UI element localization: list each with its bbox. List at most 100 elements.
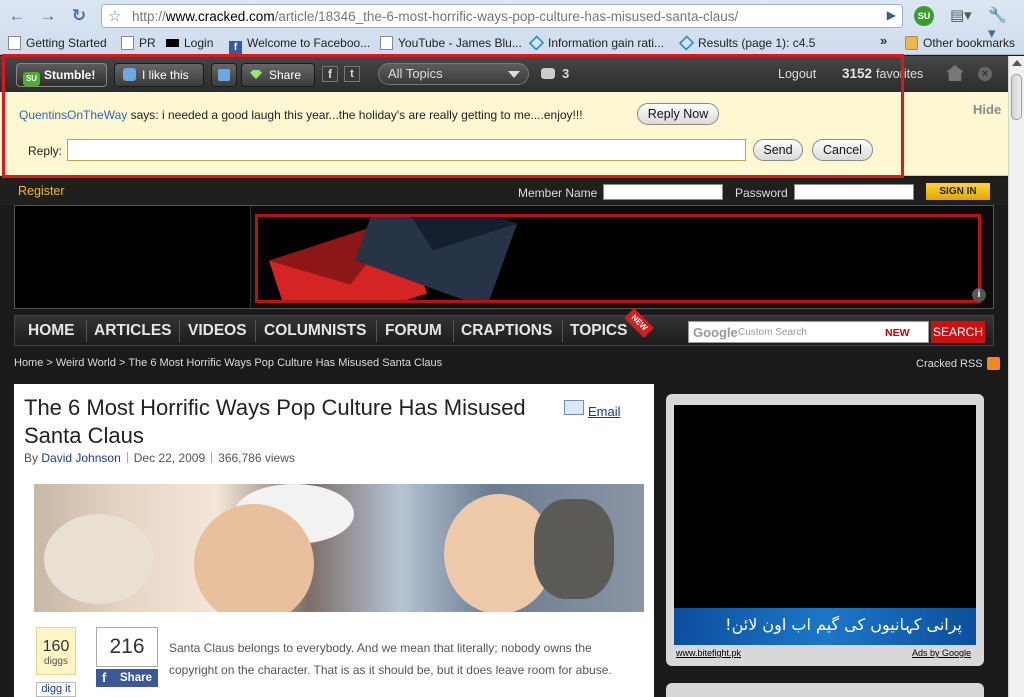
nav-divider [255,320,256,342]
search-new-badge: NEW [885,327,910,339]
page-icon [380,36,393,50]
stumble-button[interactable]: SU Stumble! [16,63,107,87]
sidebar-next-panel [666,683,984,697]
video-ad[interactable]: پرانی کہانیوں کی گیم اب اون لائن! [674,405,976,645]
share-diamond-icon [250,70,262,79]
bookmark-pr[interactable]: PR [121,36,156,50]
twitter-share-icon[interactable]: t [344,66,360,82]
ad-url-link[interactable]: www.bitefight.pk [676,648,741,658]
back-icon[interactable]: ← [6,5,28,27]
info-icon[interactable]: i [972,288,986,302]
bookmarks-bar: Getting Started PR Login f Welcome to Fac… [0,33,1024,55]
forward-icon[interactable]: → [37,5,59,27]
article-views: 366,786 views [218,451,295,465]
nav-home[interactable]: HOME [28,322,75,340]
reply-now-button[interactable]: Reply Now [637,103,719,125]
register-link[interactable]: Register [18,184,65,198]
rss-link[interactable]: Cracked RSS [916,357,1000,370]
dislike-button[interactable] [211,63,237,87]
bookmark-youtube[interactable]: YouTube - James Blu... [380,36,522,50]
stumbleupon-extension-icon[interactable]: SU [914,6,934,26]
share-button[interactable]: Share [241,63,315,87]
ads-by-google-link[interactable]: Ads by Google [912,648,971,658]
address-bar[interactable]: ☆ http://www.cracked.com/article/18346_t… [101,4,903,28]
diamond-icon [528,35,545,51]
thumbs-up-icon [123,68,136,81]
sign-in-button[interactable]: SIGN IN [926,183,990,200]
nav-videos[interactable]: VIDEOS [188,322,247,340]
go-icon[interactable]: ▶ [887,8,896,22]
other-bookmarks[interactable]: Other bookmarks [905,36,1015,50]
address-url[interactable]: http://www.cracked.com/article/18346_the… [132,9,872,24]
facebook-icon: f [229,41,242,55]
search-button[interactable]: SEARCH [931,321,985,343]
nav-divider [453,320,454,342]
logout-link[interactable]: Logout [778,67,816,81]
creature-graphic [534,499,614,599]
bookmark-getting-started[interactable]: Getting Started [8,36,107,50]
thumbs-down-icon [218,69,230,81]
site-search-input[interactable]: Google Custom Search NEW [688,321,929,343]
santa-mug-graphic [44,514,154,604]
send-button[interactable]: Send [753,139,803,161]
nav-articles[interactable]: ARTICLES [94,322,172,340]
facebook-share-icon[interactable]: f [322,66,338,82]
article-content: The 6 Most Horrific Ways Pop Culture Has… [14,384,654,697]
breadcrumb[interactable]: Home > Weird World > The 6 Most Horrific… [14,357,442,369]
article-byline: By David Johnson Dec 22, 2009 366,786 view… [24,451,295,465]
digg-counter: 160 diggs [36,627,76,675]
favorites-link[interactable]: 3152 favorites [842,66,923,81]
facebook-icon: f [102,670,107,685]
banner-ad-image[interactable] [255,214,981,303]
close-icon[interactable]: × [978,67,992,81]
page-menu-icon[interactable]: ▤▾ [950,6,974,26]
reply-input[interactable] [67,139,746,161]
like-button[interactable]: I like this [114,63,204,87]
topics-dropdown[interactable]: All Topics [378,63,529,85]
comment-bubble-icon [541,68,555,79]
page-icon [121,36,134,50]
member-name-input[interactable] [603,184,723,200]
bookmark-results[interactable]: Results (page 1): c4.5 [678,35,815,51]
author-link[interactable]: David Johnson [41,451,120,465]
share-count: 216 [96,627,158,667]
face-graphic-left [194,504,314,612]
bookmarks-overflow-chevron[interactable]: » [880,33,887,48]
google-logo: Google [693,325,738,340]
scroll-thumb[interactable] [1011,74,1022,120]
scroll-up-arrow-icon[interactable] [1012,60,1022,66]
ad-banner-text[interactable]: پرانی کہانیوں کی گیم اب اون لائن! [674,608,976,645]
nav-columnists[interactable]: COLUMNISTS [264,322,366,340]
page-scrollbar[interactable] [1008,56,1024,697]
search-placeholder: Custom Search [738,327,807,338]
cancel-button[interactable]: Cancel [812,139,873,161]
article-body: Santa Claus belongs to everybody. And we… [169,641,612,677]
browser-toolbar: ← → ↻ ☆ http://www.cracked.com/article/1… [0,0,1024,42]
facebook-share-button[interactable]: f Share [96,669,158,687]
hide-link[interactable]: Hide [973,102,1001,117]
nav-divider [562,320,563,342]
wrench-menu-icon[interactable]: 🔧▾ [988,6,1014,42]
password-input[interactable] [794,184,914,200]
home-icon[interactable] [946,65,964,81]
chevron-down-icon [508,71,520,78]
digg-it-button[interactable]: digg it [36,682,76,697]
page-icon [8,36,21,50]
comment-text: QuentinsOnTheWay says: i needed a good l… [19,108,583,122]
bookmark-star-icon[interactable]: ☆ [108,7,121,25]
site-main-nav: HOME ARTICLES VIDEOS COLUMNISTS FORUM CR… [14,308,994,346]
nav-craptions[interactable]: CRAPTIONS [461,322,552,340]
envelope-icon [564,400,584,415]
folder-icon [905,36,918,50]
email-link[interactable]: Email [564,400,621,419]
nav-divider [179,320,180,342]
nav-topics[interactable]: TOPICS [570,322,627,340]
nav-forum[interactable]: FORUM [385,322,442,340]
bookmark-login[interactable]: Login [166,36,213,50]
reload-icon[interactable]: ↻ [68,5,90,27]
comments-count[interactable]: 3 [541,66,569,81]
comment-user-link[interactable]: QuentinsOnTheWay [19,108,127,122]
bookmark-information-gain[interactable]: Information gain rati... [528,35,664,51]
login-site-icon [166,39,179,47]
bookmark-facebook[interactable]: f Welcome to Faceboo... [229,36,370,55]
